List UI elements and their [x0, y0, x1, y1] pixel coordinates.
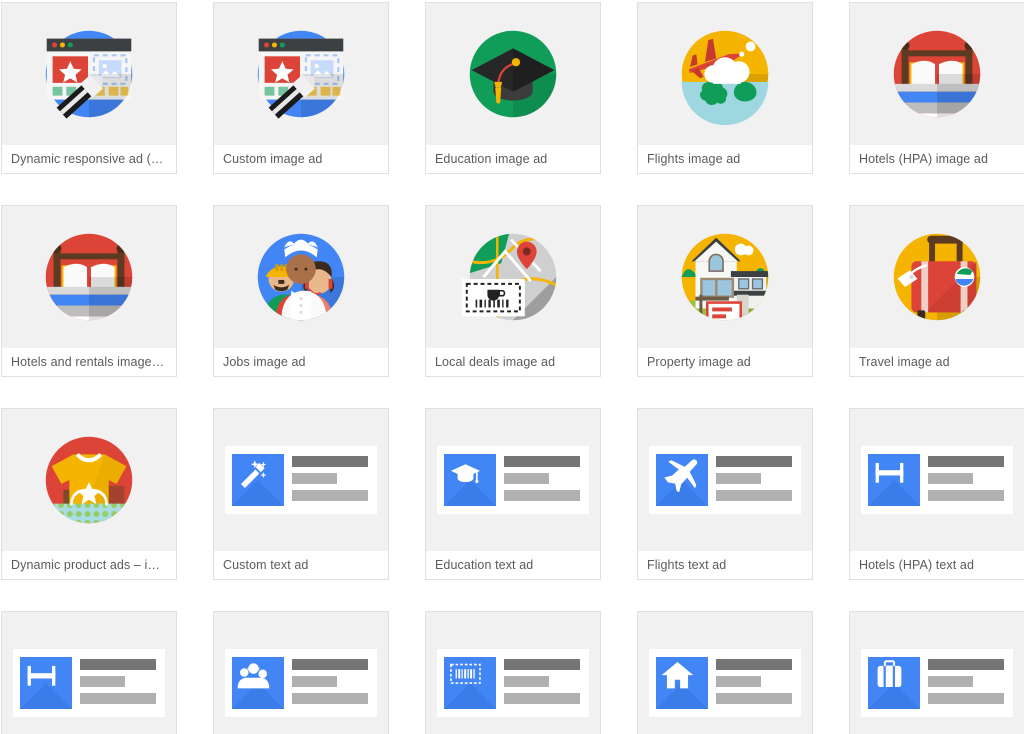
ad-format-gallery-grid: Dynamic responsive ad (beta) Custom imag… [0, 0, 1024, 734]
ad-format-card-travel-text-ad[interactable]: Travel text ad [849, 611, 1024, 734]
ad-format-card-label: Dynamic responsive ad (beta) [2, 145, 176, 173]
ad-format-card-label: Dynamic product ads – imag… [2, 551, 176, 579]
ad-format-card-flights-image-ad[interactable]: Flights image ad [637, 2, 813, 174]
ad-format-card-label-text: Dynamic product ads – imag… [11, 558, 167, 572]
ad-format-card-label: Local deals image ad [426, 348, 600, 376]
bed-icon [850, 3, 1024, 145]
ad-format-card-hotels-hpa-text-ad[interactable]: Hotels (HPA) text ad [849, 408, 1024, 580]
ad-format-card-label-text: Hotels (HPA) image ad [859, 152, 1015, 166]
ad-format-card-label-text: Custom text ad [223, 558, 379, 572]
ad-format-card-dynamic-product-ads-image[interactable]: Dynamic product ads – imag… [1, 408, 177, 580]
ad-format-card-label: Education text ad [426, 551, 600, 579]
ad-format-card-label: Travel image ad [850, 348, 1024, 376]
graduation-cap-icon [426, 409, 600, 551]
ad-format-card-label-text: Dynamic responsive ad (beta) [11, 152, 167, 166]
ad-format-card-label: Property image ad [638, 348, 812, 376]
ad-format-card-label: Education image ad [426, 145, 600, 173]
ad-format-card-property-text-ad[interactable]: Property text ad [637, 611, 813, 734]
ad-format-card-label-text: Flights text ad [647, 558, 803, 572]
ad-format-card-label-text: Education image ad [435, 152, 591, 166]
ad-format-card-label-text: Custom image ad [223, 152, 379, 166]
barcode-coupon-icon [426, 612, 600, 734]
ad-format-card-label-text: Hotels (HPA) text ad [859, 558, 1015, 572]
suitcase-icon [850, 612, 1024, 734]
magic-wand-icon [214, 409, 388, 551]
ad-format-card-label: Hotels and rentals image ad [2, 348, 176, 376]
workers-icon [214, 612, 388, 734]
ad-format-card-local-deals-text-ad[interactable]: Local deals text ad [425, 611, 601, 734]
ad-format-card-label-text: Education text ad [435, 558, 591, 572]
house-icon [638, 612, 812, 734]
ad-format-card-hotels-and-rentals-text-ad[interactable]: Hotels and rentals text ad [1, 611, 177, 734]
browser-wand-icon [2, 3, 176, 145]
ad-format-card-label: Hotels (HPA) image ad [850, 145, 1024, 173]
ad-format-card-label: Custom text ad [214, 551, 388, 579]
ad-format-card-label: Hotels (HPA) text ad [850, 551, 1024, 579]
ad-format-card-label: Flights image ad [638, 145, 812, 173]
ad-format-card-label-text: Hotels and rentals image ad [11, 355, 167, 369]
suitcase-icon [850, 206, 1024, 348]
ad-format-card-label-text: Flights image ad [647, 152, 803, 166]
house-icon [638, 206, 812, 348]
airplane-globe-icon [638, 3, 812, 145]
ad-format-card-local-deals-image-ad[interactable]: Local deals image ad [425, 205, 601, 377]
ad-format-card-education-text-ad[interactable]: Education text ad [425, 408, 601, 580]
ad-format-card-label: Custom image ad [214, 145, 388, 173]
browser-wand-icon [214, 3, 388, 145]
ad-format-card-label-text: Jobs image ad [223, 355, 379, 369]
ad-format-card-custom-text-ad[interactable]: Custom text ad [213, 408, 389, 580]
ad-format-card-label: Jobs image ad [214, 348, 388, 376]
airplane-icon [638, 409, 812, 551]
ad-format-card-jobs-text-ad[interactable]: Jobs text ad [213, 611, 389, 734]
ad-format-card-education-image-ad[interactable]: Education image ad [425, 2, 601, 174]
ad-format-card-label: Flights text ad [638, 551, 812, 579]
workers-icon [214, 206, 388, 348]
ad-format-card-label-text: Local deals image ad [435, 355, 591, 369]
ad-format-card-dynamic-responsive-ad-beta[interactable]: Dynamic responsive ad (beta) [1, 2, 177, 174]
ad-format-card-hotels-and-rentals-image-ad[interactable]: Hotels and rentals image ad [1, 205, 177, 377]
map-coupon-icon [426, 206, 600, 348]
ad-format-card-label-text: Travel image ad [859, 355, 1015, 369]
ad-format-card-label-text: Property image ad [647, 355, 803, 369]
bed-icon [2, 612, 176, 734]
ad-format-card-travel-image-ad[interactable]: Travel image ad [849, 205, 1024, 377]
bed-icon [850, 409, 1024, 551]
ad-format-card-hotels-hpa-image-ad[interactable]: Hotels (HPA) image ad [849, 2, 1024, 174]
ad-format-card-property-image-ad[interactable]: Property image ad [637, 205, 813, 377]
ad-format-card-jobs-image-ad[interactable]: Jobs image ad [213, 205, 389, 377]
ad-format-card-custom-image-ad[interactable]: Custom image ad [213, 2, 389, 174]
tshirt-bag-icon [2, 409, 176, 551]
graduation-cap-icon [426, 3, 600, 145]
ad-format-card-flights-text-ad[interactable]: Flights text ad [637, 408, 813, 580]
bed-icon [2, 206, 176, 348]
